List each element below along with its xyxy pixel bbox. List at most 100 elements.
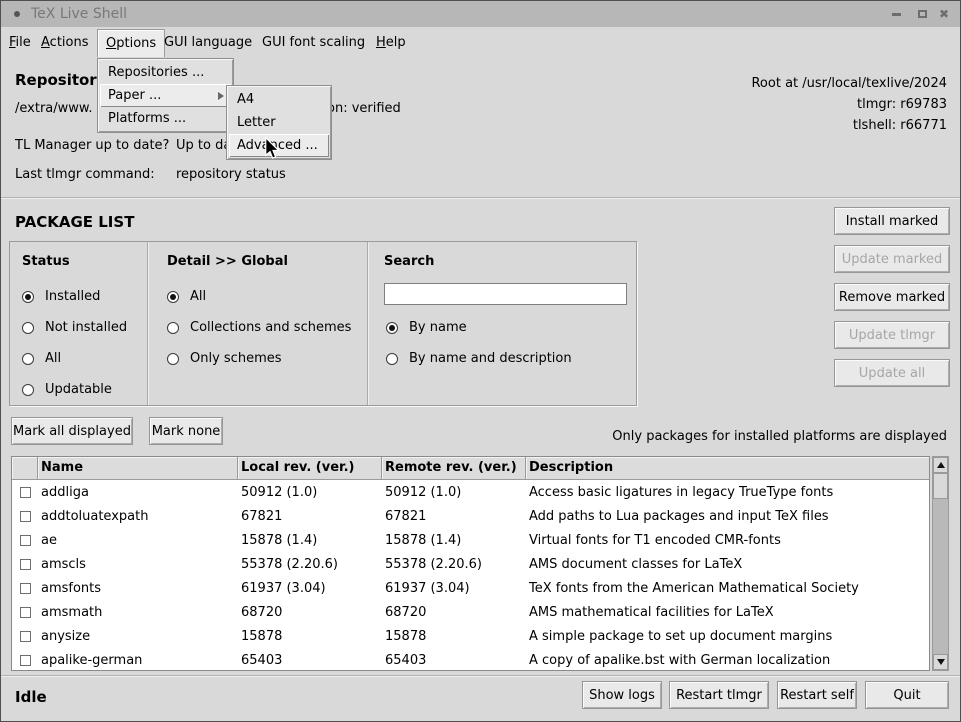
titlebar: TeX Live Shell ✖ — [1, 1, 960, 28]
radio-label: Installed — [45, 289, 100, 304]
table-row[interactable]: amsmath6872068720AMS mathematical facili… — [12, 600, 929, 624]
radio-all-status[interactable]: All — [22, 351, 61, 366]
update-all-button: Update all — [834, 359, 950, 387]
radio-updatable[interactable]: Updatable — [22, 382, 112, 397]
radio-installed[interactable]: Installed — [22, 289, 100, 304]
table-scrollbar[interactable] — [932, 456, 949, 671]
scrollbar-thumb[interactable] — [933, 473, 948, 499]
package-checkbox[interactable] — [20, 583, 31, 594]
package-description: AMS mathematical facilities for LaTeX — [526, 605, 929, 620]
package-remote-rev: 61937 (3.04) — [382, 581, 526, 596]
tlshell-revision: tlshell: r66771 — [853, 118, 947, 133]
mark-none-button[interactable]: Mark none — [149, 417, 223, 445]
package-description: Access basic ligatures in legacy TrueTyp… — [526, 485, 929, 500]
install-marked-button[interactable]: Install marked — [834, 207, 950, 235]
package-table-body: addliga50912 (1.0)50912 (1.0)Access basi… — [12, 480, 929, 671]
menu-help[interactable]: Help — [376, 27, 406, 58]
last-command-value: repository status — [176, 167, 286, 182]
divider — [147, 242, 148, 405]
scroll-up-button[interactable] — [933, 457, 948, 473]
table-row[interactable]: apalike-german6540365403A copy of apalik… — [12, 648, 929, 671]
package-remote-rev: 15878 (1.4) — [382, 533, 526, 548]
radio-label: Collections and schemes — [190, 320, 351, 335]
menu-file[interactable]: File — [9, 27, 31, 58]
radio-icon — [386, 353, 398, 365]
package-checkbox[interactable] — [20, 535, 31, 546]
table-row[interactable]: ae15878 (1.4)15878 (1.4)Virtual fonts fo… — [12, 528, 929, 552]
menubar: File Actions Options GUI language GUI fo… — [1, 27, 960, 58]
package-checkbox[interactable] — [20, 655, 31, 666]
separator — [1, 197, 960, 199]
app-icon — [14, 11, 20, 17]
search-input[interactable] — [384, 283, 627, 305]
status-text: Idle — [15, 688, 47, 706]
package-checkbox[interactable] — [20, 487, 31, 498]
mark-all-displayed-button[interactable]: Mark all displayed — [11, 417, 133, 445]
package-name: apalike-german — [38, 653, 238, 668]
radio-icon — [22, 384, 34, 396]
tl-manager-label: TL Manager up to date? — [15, 138, 169, 153]
quit-button[interactable]: Quit — [865, 681, 949, 709]
tex-live-shell-window: TeX Live Shell ✖ File Actions Options GU… — [0, 0, 961, 722]
checkbox-cell — [12, 487, 38, 498]
menu-gui-font-scaling[interactable]: GUI font scaling — [262, 27, 365, 58]
package-description: Virtual fonts for T1 encoded CMR-fonts — [526, 533, 929, 548]
table-row[interactable]: amscls55378 (2.20.6)55378 (2.20.6)AMS do… — [12, 552, 929, 576]
package-remote-rev: 15878 — [382, 629, 526, 644]
radio-only-schemes[interactable]: Only schemes — [167, 351, 282, 366]
platforms-note: Only packages for installed platforms ar… — [612, 429, 947, 444]
package-local-rev: 55378 (2.20.6) — [238, 557, 382, 572]
radio-detail-all[interactable]: All — [167, 289, 206, 304]
package-remote-rev: 67821 — [382, 509, 526, 524]
menu-item-repositories[interactable]: Repositories ... — [100, 61, 231, 84]
minimize-button[interactable] — [888, 6, 904, 22]
scroll-down-button[interactable] — [933, 654, 948, 670]
table-row[interactable]: addliga50912 (1.0)50912 (1.0)Access basi… — [12, 480, 929, 504]
package-description: Add paths to Lua packages and input TeX … — [526, 509, 929, 524]
show-logs-button[interactable]: Show logs — [582, 681, 662, 709]
table-row[interactable]: addtoluatexpath6782167821Add paths to Lu… — [12, 504, 929, 528]
package-remote-rev: 50912 (1.0) — [382, 485, 526, 500]
radio-label: All — [190, 289, 206, 304]
checkbox-cell — [12, 655, 38, 666]
package-checkbox[interactable] — [20, 559, 31, 570]
header-name: Name — [38, 457, 238, 480]
table-row[interactable]: amsfonts61937 (3.04)61937 (3.04)TeX font… — [12, 576, 929, 600]
menu-item-platforms[interactable]: Platforms ... — [100, 107, 231, 130]
radio-not-installed[interactable]: Not installed — [22, 320, 127, 335]
filter-panel: Status Installed Not installed All Updat… — [9, 241, 637, 406]
restart-self-button[interactable]: Restart self — [777, 681, 857, 709]
radio-by-name-description[interactable]: By name and description — [386, 351, 572, 366]
arrow-down-icon — [937, 659, 945, 665]
package-checkbox[interactable] — [20, 511, 31, 522]
arrow-up-icon — [937, 462, 945, 468]
checkbox-cell — [12, 583, 38, 594]
package-local-rev: 50912 (1.0) — [238, 485, 382, 500]
package-name: addliga — [38, 485, 238, 500]
menu-actions[interactable]: Actions — [41, 27, 89, 58]
repository-path: /extra/www. — [15, 101, 92, 116]
separator — [1, 675, 960, 677]
submenu-arrow-icon — [218, 92, 224, 100]
radio-collections-schemes[interactable]: Collections and schemes — [167, 320, 351, 335]
menu-item-paper[interactable]: Paper ... — [100, 84, 231, 107]
package-local-rev: 65403 — [238, 653, 382, 668]
menu-gui-language[interactable]: GUI language — [164, 27, 252, 58]
package-checkbox[interactable] — [20, 631, 31, 642]
remove-marked-button[interactable]: Remove marked — [834, 283, 950, 311]
menu-item-a4[interactable]: A4 — [229, 88, 329, 111]
package-local-rev: 61937 (3.04) — [238, 581, 382, 596]
package-checkbox[interactable] — [20, 607, 31, 618]
header-description: Description — [526, 457, 929, 480]
restart-tlmgr-button[interactable]: Restart tlmgr — [669, 681, 769, 709]
package-local-rev: 68720 — [238, 605, 382, 620]
maximize-button[interactable] — [914, 6, 930, 22]
menu-item-label: Paper ... — [108, 88, 161, 103]
radio-by-name[interactable]: By name — [386, 320, 467, 335]
table-row[interactable]: anysize1587815878A simple package to set… — [12, 624, 929, 648]
menu-options[interactable]: Options — [97, 29, 165, 57]
repository-heading: Repository — [15, 71, 107, 89]
close-button[interactable]: ✖ — [936, 6, 952, 22]
header-checkbox-column — [12, 457, 38, 480]
menu-item-letter[interactable]: Letter — [229, 111, 329, 134]
